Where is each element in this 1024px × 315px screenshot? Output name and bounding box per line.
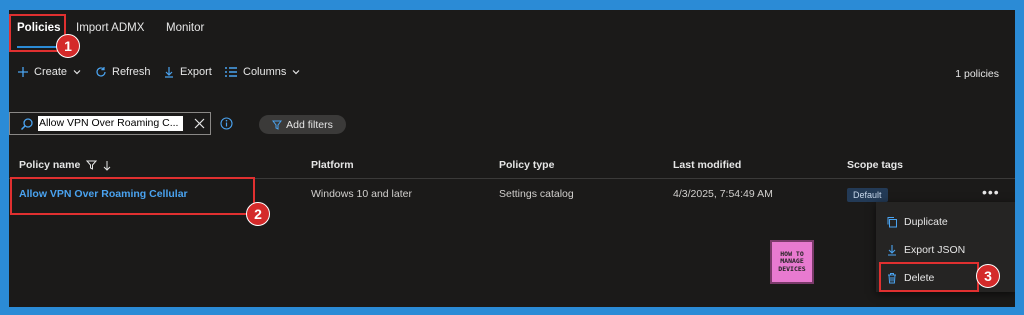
callout-box-policy-link — [10, 177, 255, 215]
scope-tag-badge: Default — [847, 188, 888, 202]
create-button[interactable]: Create — [17, 66, 82, 78]
copy-icon — [887, 217, 897, 228]
refresh-icon — [96, 67, 106, 77]
chevron-down-icon — [292, 70, 300, 75]
export-button[interactable]: Export — [163, 66, 212, 78]
refresh-button[interactable]: Refresh — [95, 66, 151, 78]
callout-badge-1: 1 — [56, 34, 80, 58]
search-icon — [20, 118, 33, 131]
column-header-policy-type[interactable]: Policy type — [499, 159, 554, 171]
columns-icon — [225, 67, 237, 77]
info-icon[interactable] — [220, 117, 233, 130]
menu-item-export-json[interactable]: Export JSON — [876, 238, 1015, 262]
menu-item-label: Duplicate — [904, 216, 948, 228]
tab-monitor[interactable]: Monitor — [166, 22, 204, 34]
filter-icon[interactable] — [86, 160, 98, 170]
close-icon[interactable] — [194, 118, 205, 129]
callout-badge-2: 2 — [246, 202, 270, 226]
intune-policies-panel: Policies Import ADMX Monitor Create Refr… — [9, 10, 1015, 307]
column-header-last-modified[interactable]: Last modified — [673, 159, 741, 171]
column-header-scope-tags[interactable]: Scope tags — [847, 159, 903, 171]
add-filters-label: Add filters — [286, 118, 333, 131]
platform-cell: Windows 10 and later — [311, 188, 412, 200]
export-label: Export — [180, 66, 212, 78]
columns-label: Columns — [243, 66, 287, 78]
toolbar: Create Refresh Export Columns — [9, 66, 1015, 84]
search-input[interactable]: Allow VPN Over Roaming C... — [38, 116, 183, 131]
more-options-button[interactable]: ••• — [982, 184, 1000, 200]
columns-button[interactable]: Columns — [224, 66, 301, 78]
column-header-policy-name[interactable]: Policy name — [19, 159, 111, 171]
tab-import-admx[interactable]: Import ADMX — [76, 22, 144, 34]
refresh-label: Refresh — [112, 66, 151, 78]
callout-badge-3: 3 — [976, 264, 1000, 288]
chevron-down-icon — [73, 70, 81, 75]
column-header-label: Policy name — [19, 159, 81, 171]
download-icon — [165, 67, 173, 78]
create-label: Create — [34, 66, 68, 78]
callout-box-delete — [879, 262, 979, 292]
tab-bar: Policies Import ADMX Monitor — [9, 10, 1015, 52]
logo-line: DEVICES — [778, 264, 806, 273]
column-header-platform[interactable]: Platform — [311, 159, 354, 171]
search-box[interactable]: Allow VPN Over Roaming C... — [9, 112, 211, 135]
filter-icon — [272, 120, 283, 130]
sort-arrow-down-icon[interactable] — [103, 160, 111, 171]
plus-icon — [18, 67, 28, 77]
menu-item-label: Export JSON — [904, 244, 966, 256]
policy-count: 1 policies — [955, 68, 999, 80]
menu-item-duplicate[interactable]: Duplicate — [876, 210, 1015, 234]
add-filters-button[interactable]: Add filters — [259, 115, 346, 134]
last-modified-cell: 4/3/2025, 7:54:49 AM — [673, 188, 773, 200]
howto-manage-devices-logo: HOW TO MANAGE DEVICES — [770, 240, 814, 284]
policy-type-cell: Settings catalog — [499, 188, 574, 200]
download-icon — [888, 245, 896, 256]
